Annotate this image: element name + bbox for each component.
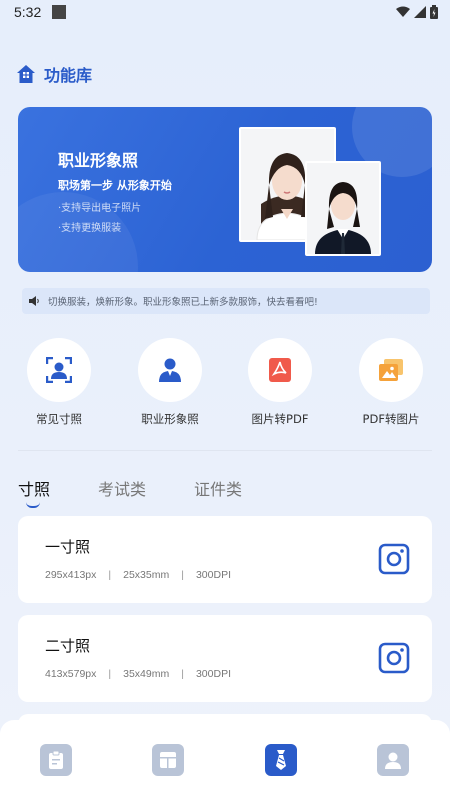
tie-icon <box>276 750 286 770</box>
photo-size-card[interactable]: 二寸照 413x579px | 35x49mm | 300DPI <box>18 615 432 702</box>
feature-pdf-to-image[interactable]: PDF转图片 <box>346 338 436 427</box>
wifi-icon <box>396 6 410 17</box>
separator: | <box>108 569 112 581</box>
speaker-icon <box>29 296 39 306</box>
active-tab-indicator <box>26 502 40 508</box>
tab-inch-photo[interactable]: 寸照 <box>18 476 51 508</box>
nav-profile[interactable] <box>377 744 409 776</box>
separator: | <box>108 668 112 680</box>
category-tabs: 寸照 考试类 证件类 <box>18 476 290 508</box>
feature-icon-circle <box>27 338 91 402</box>
battery-icon <box>430 5 438 19</box>
image-stack-icon <box>379 359 403 381</box>
nav-library[interactable] <box>265 744 297 776</box>
promo-banner[interactable]: 职业形象照 职场第一步 从形象开始 ·支持导出电子照片 ·支持更换服装 <box>18 107 432 272</box>
pdf-icon <box>269 358 291 382</box>
feature-icon-circle <box>359 338 423 402</box>
feature-icon-circle <box>248 338 312 402</box>
feature-icon-circle <box>138 338 202 402</box>
pixel-size: 413x579px <box>45 668 97 680</box>
separator: | <box>181 569 184 581</box>
tab-exam[interactable]: 考试类 <box>98 476 146 500</box>
portrait-photo-small <box>305 161 381 256</box>
mm-size: 35x49mm <box>123 668 170 680</box>
clipboard-icon <box>49 751 63 769</box>
notice-text: 切换服装，焕新形象。职业形象照已上新多款服饰，快去看看吧! <box>48 297 318 308</box>
nav-tasks[interactable] <box>40 744 72 776</box>
page-title: 功能库 <box>44 66 93 85</box>
feature-label: PDF转图片 <box>362 412 420 426</box>
feature-label: 职业形象照 <box>141 412 199 426</box>
signal-icon <box>414 6 426 18</box>
banner-subtitle: 职场第一步 从形象开始 <box>58 179 172 192</box>
nav-templates[interactable] <box>152 744 184 776</box>
camera-icon[interactable] <box>378 543 410 575</box>
tab-label: 寸照 <box>18 480 51 499</box>
page-header: 功能库 <box>16 62 92 86</box>
camera-icon[interactable] <box>378 642 410 674</box>
tab-label: 证件类 <box>194 480 243 499</box>
banner-bullet: ·支持更换服装 <box>58 223 122 234</box>
card-specs: 413x579px | 35x49mm | 300DPI <box>45 668 231 680</box>
feature-label: 图片转PDF <box>251 412 309 426</box>
banner-bullet: ·支持导出电子照片 <box>58 203 142 214</box>
feature-career-photo[interactable]: 职业形象照 <box>125 338 215 427</box>
card-title: 二寸照 <box>45 637 91 655</box>
photo-size-card[interactable]: 一寸照 295x413px | 25x35mm | 300DPI <box>18 516 432 603</box>
person-suit-icon <box>159 358 181 382</box>
feature-common-size-photo[interactable]: 常见寸照 <box>14 338 104 427</box>
status-time: 5:32 <box>14 4 42 20</box>
bottom-navigation <box>0 720 450 799</box>
tab-label: 考试类 <box>98 480 147 499</box>
dpi: 300DPI <box>195 668 231 680</box>
mm-size: 25x35mm <box>123 569 170 581</box>
profile-icon <box>385 752 401 769</box>
banner-title: 职业形象照 <box>58 151 139 170</box>
status-icons <box>396 5 438 19</box>
home-icon <box>17 65 35 83</box>
card-title: 一寸照 <box>45 538 91 556</box>
layout-icon <box>160 752 176 768</box>
tab-certificate[interactable]: 证件类 <box>194 476 242 500</box>
status-bar: 5:32 <box>0 0 450 26</box>
portrait-scan-icon <box>46 357 72 383</box>
section-divider <box>18 450 432 451</box>
pixel-size: 295x413px <box>45 569 97 581</box>
separator: | <box>181 668 184 680</box>
feature-label: 常见寸照 <box>36 412 82 426</box>
notice-bar[interactable]: 切换服装，焕新形象。职业形象照已上新多款服饰，快去看看吧! <box>22 288 430 314</box>
feature-image-to-pdf[interactable]: 图片转PDF <box>235 338 325 427</box>
dpi: 300DPI <box>195 569 231 581</box>
notification-icon <box>52 5 66 19</box>
card-specs: 295x413px | 25x35mm | 300DPI <box>45 569 231 581</box>
